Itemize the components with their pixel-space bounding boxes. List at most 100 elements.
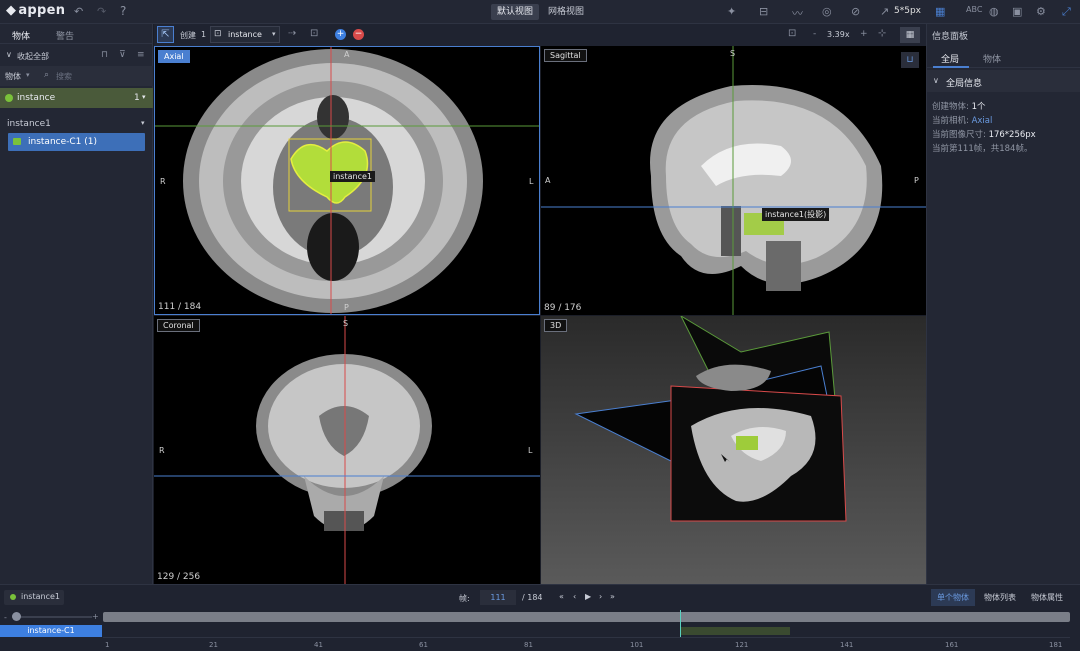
layout-select-icon[interactable]: ▦ <box>900 27 920 43</box>
tick-label: 81 <box>524 641 533 649</box>
instance-chip[interactable]: instance1 <box>4 590 64 605</box>
class-select-value: instance <box>228 30 262 39</box>
expand-icon[interactable]: ⤢ <box>1062 5 1071 19</box>
search-input[interactable]: 搜索 <box>56 71 72 82</box>
add-button[interactable]: + <box>335 29 346 40</box>
magic-tool-icon[interactable]: ✦ <box>727 5 736 18</box>
select-tool-icon[interactable]: ⇱ <box>157 26 174 43</box>
grid-toggle-icon[interactable]: ▦ <box>935 5 945 18</box>
tab-objects[interactable]: 物体 <box>12 29 30 42</box>
zoom-slider-handle[interactable] <box>12 612 21 621</box>
play-icon[interactable]: ▶ <box>585 592 591 601</box>
playhead[interactable] <box>680 610 681 637</box>
filter-chevron-icon[interactable]: ▾ <box>26 71 30 79</box>
axial-view[interactable]: Axial instance1 A P R L 111 / 184 <box>154 46 540 315</box>
unlock-icon[interactable]: ⊔ <box>901 52 919 68</box>
tab-warnings[interactable]: 警告 <box>56 29 74 42</box>
sagittal-orient-left: A <box>545 176 551 185</box>
sagittal-label: Sagittal <box>544 49 587 62</box>
tab-single-object[interactable]: 单个物体 <box>931 589 975 606</box>
group-chevron-icon[interactable]: ▾ <box>141 119 145 127</box>
axial-orient-right: L <box>529 177 534 186</box>
track-segment[interactable] <box>680 627 790 635</box>
instance-item-label: instance-C1 (1) <box>28 137 97 147</box>
settings-icon[interactable]: ⚙ <box>1036 5 1046 18</box>
coronal-view[interactable]: Coronal S R L 129 / 256 <box>154 316 540 584</box>
created-value: 1个 <box>971 102 986 112</box>
tab-default-view[interactable]: 默认视图 <box>491 4 540 20</box>
instance-swatch-icon <box>13 138 21 145</box>
tick-label: 1 <box>105 641 110 649</box>
list-icon[interactable]: ≡ <box>137 50 145 60</box>
collapse-all-button[interactable]: 收起全部 <box>17 51 49 62</box>
first-frame-icon[interactable]: « <box>559 592 564 601</box>
class-chevron-icon: ▾ <box>272 30 276 38</box>
line-tool-icon[interactable]: 〰 <box>792 5 803 21</box>
created-label: 创建物体: <box>932 102 969 112</box>
info-panel: 信息面板 全局 物体 ∨ 全局信息 创建物体: 1个 当前相机: Axial 当… <box>926 24 1080 584</box>
coronal-orient-top: S <box>343 319 349 328</box>
coronal-orient-left: R <box>159 446 165 455</box>
sagittal-view[interactable]: Sagittal ⊔ instance1(投影) S A P 89 / 176 <box>541 46 926 315</box>
object-filter-select[interactable]: 物体 <box>5 71 21 82</box>
next-frame-icon[interactable]: › <box>599 592 602 601</box>
redo-icon[interactable]: ↷ <box>97 5 106 18</box>
sagittal-frame-counter: 89 / 176 <box>544 303 582 313</box>
class-select[interactable]: ⊡ instance ▾ <box>210 26 280 43</box>
timeline-zoom-out[interactable]: - <box>4 613 7 622</box>
global-info-header[interactable]: ∨ 全局信息 <box>927 70 1080 92</box>
timeline-zoom-slider[interactable] <box>12 616 92 618</box>
coronal-image <box>154 316 540 584</box>
tick-label: 161 <box>945 641 959 649</box>
fit-icon[interactable]: ⊹ <box>878 28 886 39</box>
tab-object-attributes[interactable]: 物体属性 <box>1024 589 1070 606</box>
frame-input[interactable]: 111 <box>480 590 516 605</box>
zoom-out-button[interactable]: - <box>813 29 816 39</box>
remove-button[interactable]: − <box>353 29 364 40</box>
layout-icon[interactable]: ⊟ <box>759 5 768 18</box>
lock-icon[interactable]: ⊓ <box>101 50 108 60</box>
tab-global[interactable]: 全局 <box>941 52 959 65</box>
crop-icon[interactable]: ⊡ <box>310 28 318 39</box>
tab-grid-view[interactable]: 网格视图 <box>542 4 590 20</box>
timeline-ruler: 1 21 41 61 81 101 121 141 161 181 <box>103 637 1070 651</box>
image-size-label: 当前图像尺寸: <box>932 130 986 140</box>
axial-annotation-label: instance1 <box>330 171 375 182</box>
image-icon: ⊡ <box>214 29 222 39</box>
zoom-level: 3.39x <box>827 30 850 39</box>
tab-object-list[interactable]: 物体列表 <box>978 589 1022 606</box>
tab-object-info[interactable]: 物体 <box>983 52 1001 65</box>
prev-frame-icon[interactable]: ‹ <box>573 592 576 601</box>
palette-icon[interactable]: ◍ <box>989 5 999 18</box>
undo-icon[interactable]: ↶ <box>74 5 83 18</box>
timeline-scrollbar[interactable] <box>103 612 1070 622</box>
left-tabs: 物体 警告 <box>0 24 153 44</box>
tick-label: 181 <box>1049 641 1063 649</box>
track-label[interactable]: instance-C1 <box>0 625 102 637</box>
help-icon[interactable]: ? <box>120 4 126 18</box>
filter-icon[interactable]: ⊽ <box>119 50 126 60</box>
zoom-in-button[interactable]: + <box>860 29 868 39</box>
coronal-label: Coronal <box>157 319 200 332</box>
3d-view[interactable]: 3D <box>541 316 926 584</box>
chip-label: instance1 <box>21 592 60 601</box>
timeline-zoom-in[interactable]: + <box>92 612 99 621</box>
save-icon[interactable]: ▣ <box>1012 5 1022 18</box>
object-row[interactable]: instance 1 ▾ <box>0 88 153 108</box>
chip-dot <box>10 594 16 600</box>
object-chevron-icon[interactable]: ▾ <box>142 93 146 101</box>
target-icon[interactable]: ◎ <box>822 5 832 18</box>
brush-icon[interactable]: ↗ <box>880 5 889 18</box>
create-count[interactable]: 1 <box>201 30 206 39</box>
group-row[interactable]: instance1 ▾ <box>0 116 153 132</box>
hide-icon[interactable]: ⊘ <box>851 5 860 18</box>
brush-size-select[interactable]: 5*5px <box>894 6 921 16</box>
sagittal-orient-right: P <box>914 176 919 185</box>
active-tab-indicator <box>933 66 969 68</box>
instance-item[interactable]: instance-C1 (1) <box>8 133 145 151</box>
navigate-icon[interactable]: ⇢ <box>288 28 296 39</box>
abc-icon[interactable]: ABC <box>966 5 982 14</box>
chevron-down-icon[interactable]: ∨ <box>6 50 12 59</box>
last-frame-icon[interactable]: » <box>610 592 615 601</box>
image-adjust-icon[interactable]: ⊡ <box>788 28 796 39</box>
